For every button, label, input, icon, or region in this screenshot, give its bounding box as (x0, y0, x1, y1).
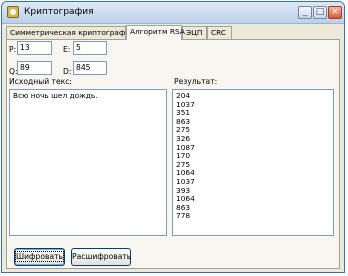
result-line: 275 (176, 125, 191, 135)
result-line: 326 (176, 133, 191, 143)
e-field[interactable]: 5 (73, 41, 107, 55)
result-line: 1037 (176, 99, 195, 109)
tab-rsa[interactable]: Алгоритм RSA (126, 25, 185, 40)
result-line: 275 (176, 159, 191, 169)
title-bar[interactable]: Криптография _ □ × (2, 2, 344, 24)
encrypt-button-label: Шифровать (14, 251, 65, 262)
tab-crc[interactable]: CRC (207, 26, 232, 39)
result-line: 393 (176, 185, 191, 195)
source-label: Исходный текс: (9, 77, 72, 86)
result-line: 863 (176, 116, 191, 126)
e-label: E: (63, 45, 71, 54)
source-textarea[interactable]: Всю ночь шел дождь. (9, 89, 167, 236)
d-field[interactable]: 845 (73, 61, 107, 75)
tab-eds[interactable]: ЭЦП (182, 26, 207, 39)
minimize-icon: _ (302, 7, 308, 17)
tab-symmetric[interactable]: Симметрическая криптография (6, 26, 135, 39)
p-label: P: (9, 45, 17, 54)
result-line: 170 (176, 151, 191, 161)
close-icon: × (331, 7, 339, 17)
result-line: 863 (176, 202, 191, 212)
close-button[interactable]: × (328, 6, 342, 19)
q-field[interactable]: 89 (17, 61, 52, 75)
result-line: 778 (176, 211, 191, 221)
decrypt-button-label: Расшифровать (72, 252, 132, 261)
minimize-button[interactable]: _ (298, 6, 312, 19)
rsa-panel: P: 13 E: 5 Q: 89 D: 845 Исходный текс: В… (6, 39, 340, 269)
result-textarea[interactable]: 204 1037 351 863 275 326 1087 170 275 1064 1037 393… (172, 89, 334, 236)
app-window: Криптография _ □ × Симметрическая крипто… (1, 1, 345, 273)
p-field[interactable]: 13 (17, 41, 52, 55)
decrypt-button[interactable]: Расшифровать (71, 248, 131, 266)
result-line: 351 (176, 108, 191, 118)
maximize-icon: □ (315, 7, 325, 17)
encrypt-button[interactable]: Шифровать (14, 248, 65, 266)
result-line: 1064 (176, 168, 195, 178)
maximize-button[interactable]: □ (313, 6, 327, 19)
window-title: Криптография (24, 7, 94, 17)
result-line: 204 (176, 91, 191, 100)
result-line: 1037 (176, 176, 195, 186)
d-label: D: (63, 67, 72, 76)
result-label: Результат: (174, 77, 218, 86)
app-icon (7, 6, 19, 18)
result-line: 1064 (176, 194, 195, 204)
result-line: 1087 (176, 142, 195, 152)
